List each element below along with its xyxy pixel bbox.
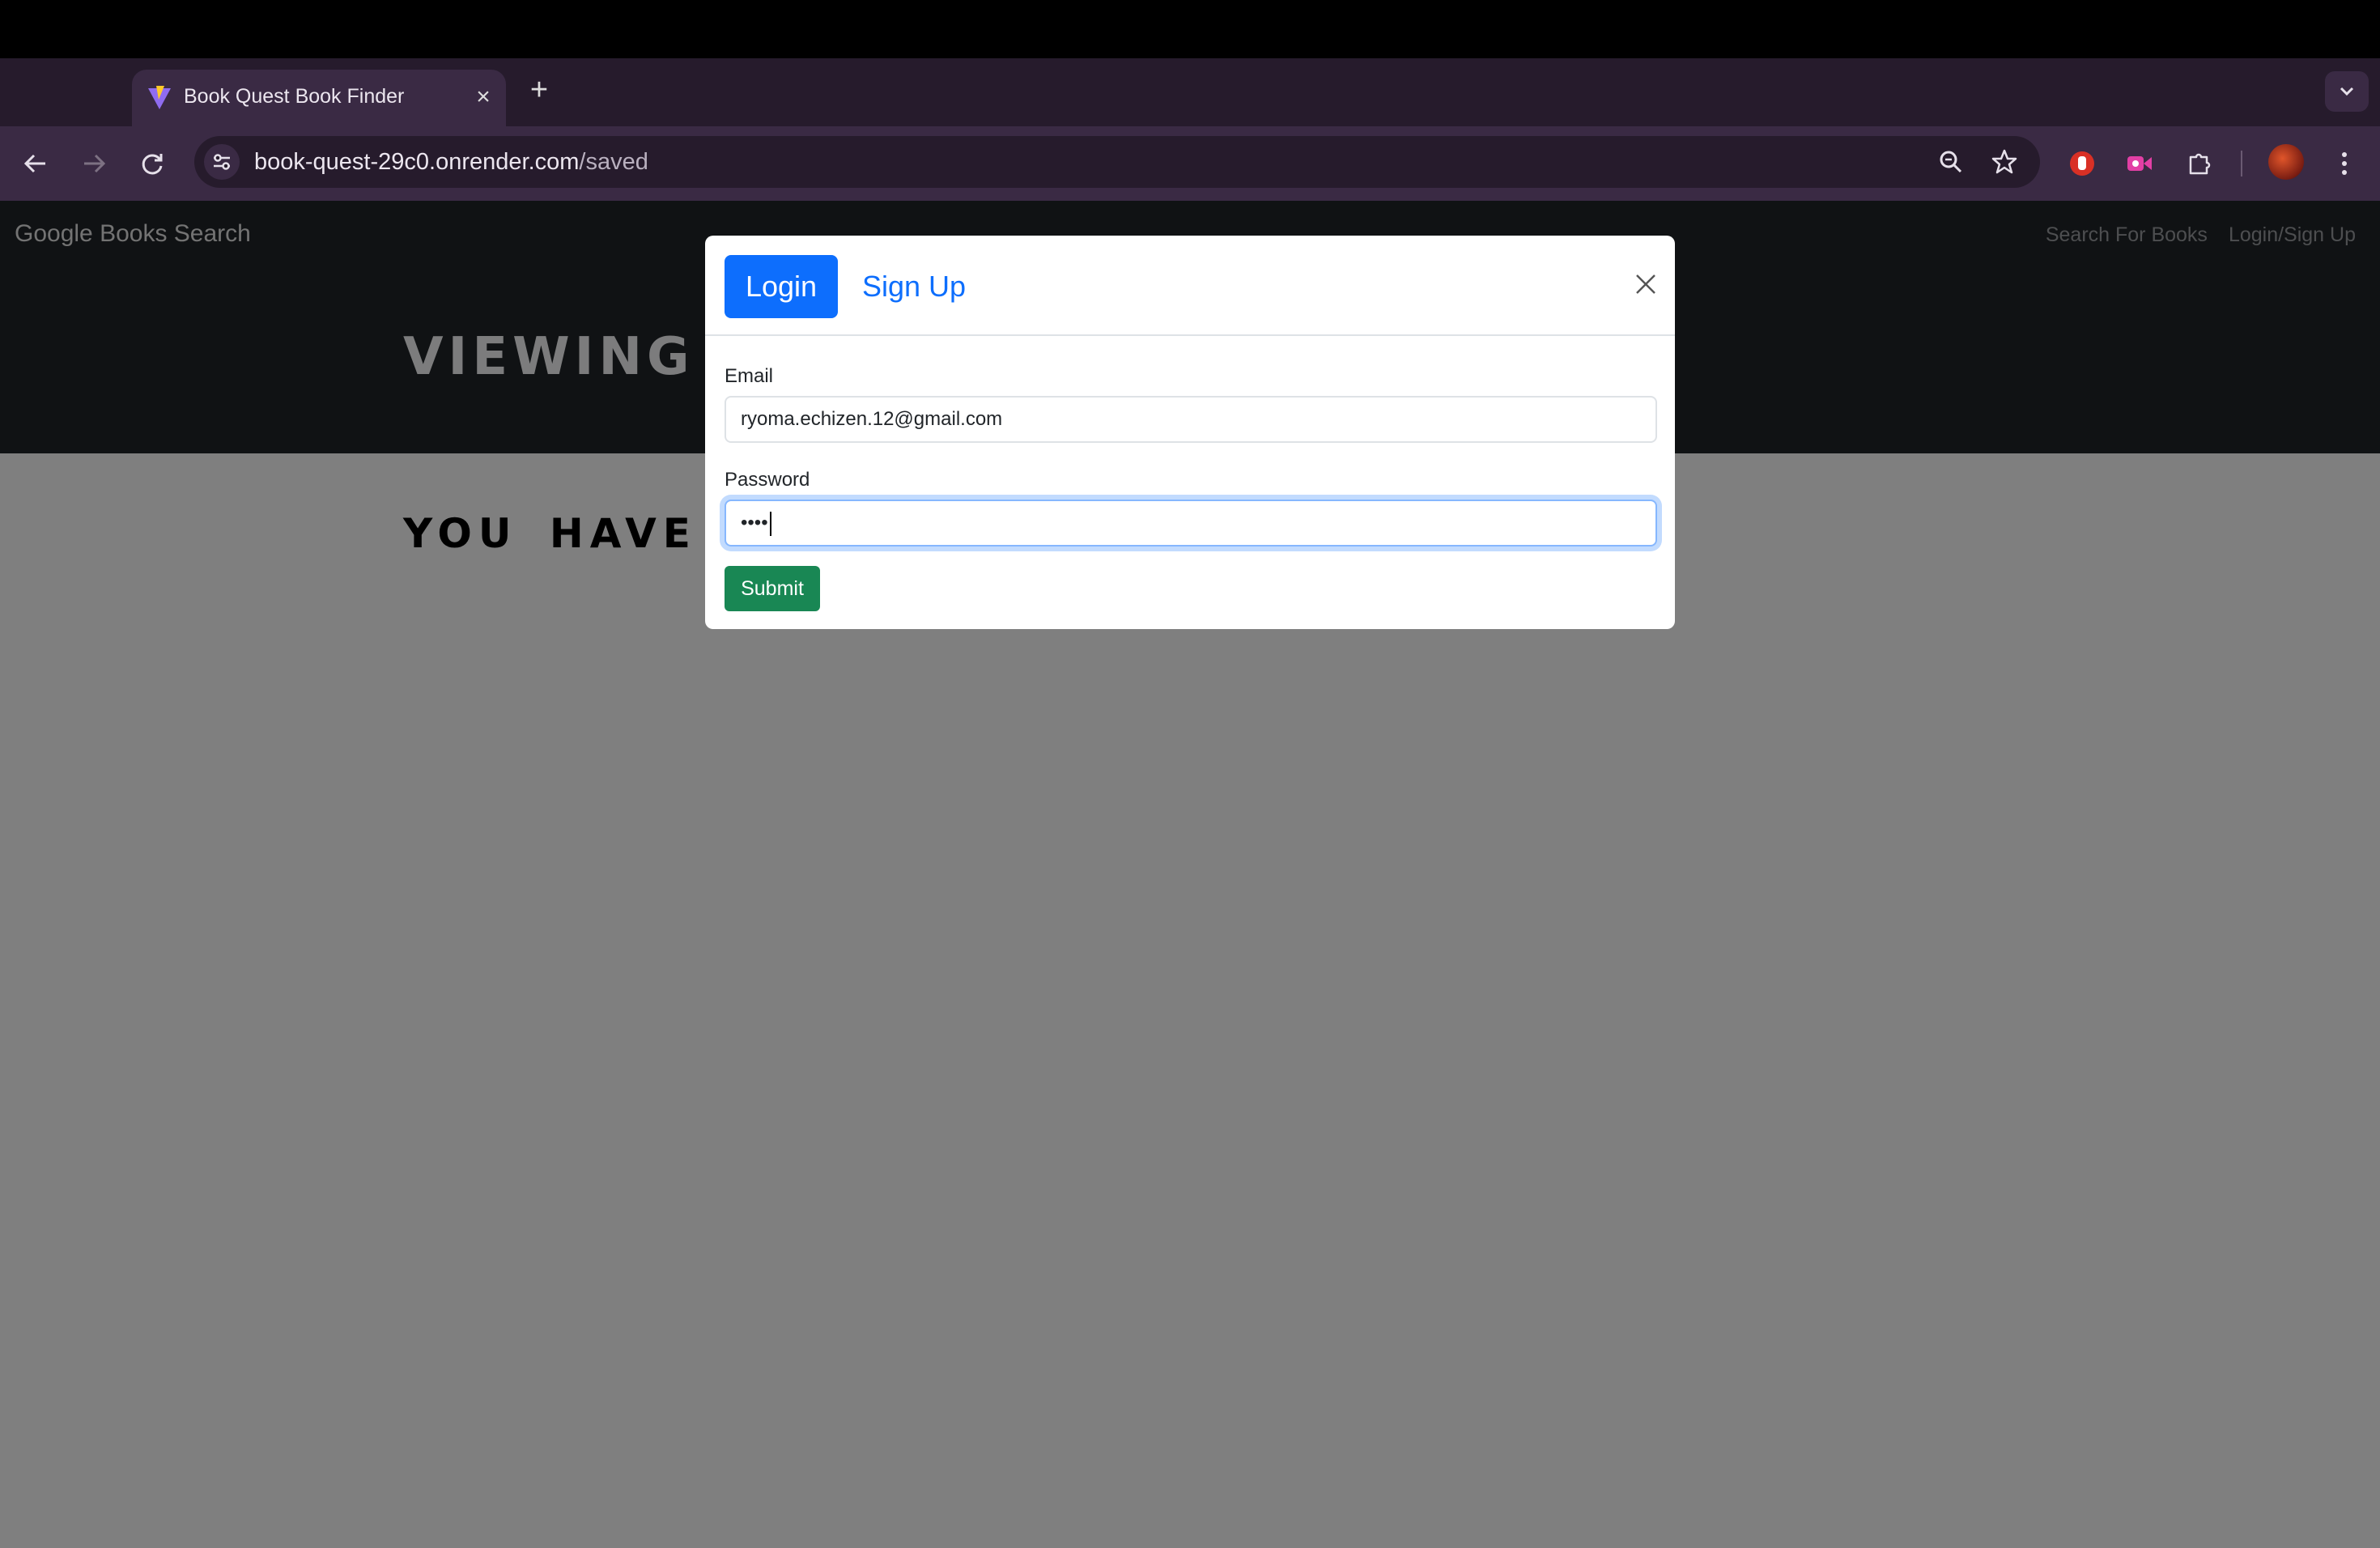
password-field[interactable]: •••• <box>725 500 1657 546</box>
os-top-bar <box>0 0 2380 58</box>
password-label: Password <box>725 469 810 491</box>
extension-stop-icon[interactable] <box>2063 144 2102 183</box>
site-info-button[interactable] <box>204 144 240 180</box>
tab-close-icon[interactable]: × <box>469 83 498 112</box>
tab-login[interactable]: Login <box>725 255 838 318</box>
modal-header: Login Sign Up <box>705 236 1675 336</box>
address-bar[interactable]: book-quest-29c0.onrender.com/saved <box>194 136 2040 188</box>
reload-icon[interactable] <box>133 144 172 183</box>
tab-search-button[interactable] <box>2325 71 2369 112</box>
chevron-down-icon <box>2340 87 2354 96</box>
url-text[interactable]: book-quest-29c0.onrender.com/saved <box>254 149 648 176</box>
back-icon[interactable] <box>16 144 55 183</box>
email-value: ryoma.echizen.12@gmail.com <box>741 408 1003 430</box>
extension-video-icon[interactable] <box>2119 144 2158 183</box>
profile-avatar[interactable] <box>2268 144 2304 180</box>
bookmark-star-icon[interactable] <box>1985 142 2024 181</box>
extensions-puzzle-icon[interactable] <box>2179 144 2218 183</box>
tab-signup[interactable]: Sign Up <box>854 255 974 318</box>
email-label: Email <box>725 365 774 387</box>
browser-toolbar: book-quest-29c0.onrender.com/saved <box>0 126 2380 201</box>
new-tab-plus-icon[interactable]: + <box>523 74 555 107</box>
login-modal: Login Sign Up Email ryoma.echizen.12@gma… <box>705 236 1675 629</box>
close-icon[interactable] <box>1631 270 1660 299</box>
web-page: Google Books Search Search For Books Log… <box>0 201 2380 1548</box>
url-host: book-quest-29c0.onrender.com <box>254 149 580 175</box>
more-menu-icon[interactable] <box>2325 144 2364 183</box>
password-value: •••• <box>741 512 768 534</box>
browser-tab-active[interactable]: Book Quest Book Finder × <box>132 70 506 126</box>
browser-tab-strip: Book Quest Book Finder × + <box>0 58 2380 126</box>
text-caret <box>769 511 771 536</box>
zoom-icon[interactable] <box>1932 142 1970 181</box>
vite-favicon-icon <box>148 86 171 109</box>
email-field[interactable]: ryoma.echizen.12@gmail.com <box>725 396 1657 443</box>
url-path: /saved <box>579 149 648 175</box>
submit-button[interactable]: Submit <box>725 566 820 611</box>
forward-icon[interactable] <box>74 144 113 183</box>
site-info-icon <box>214 154 230 170</box>
toolbar-separator <box>2241 151 2242 176</box>
tab-title: Book Quest Book Finder <box>184 85 405 108</box>
